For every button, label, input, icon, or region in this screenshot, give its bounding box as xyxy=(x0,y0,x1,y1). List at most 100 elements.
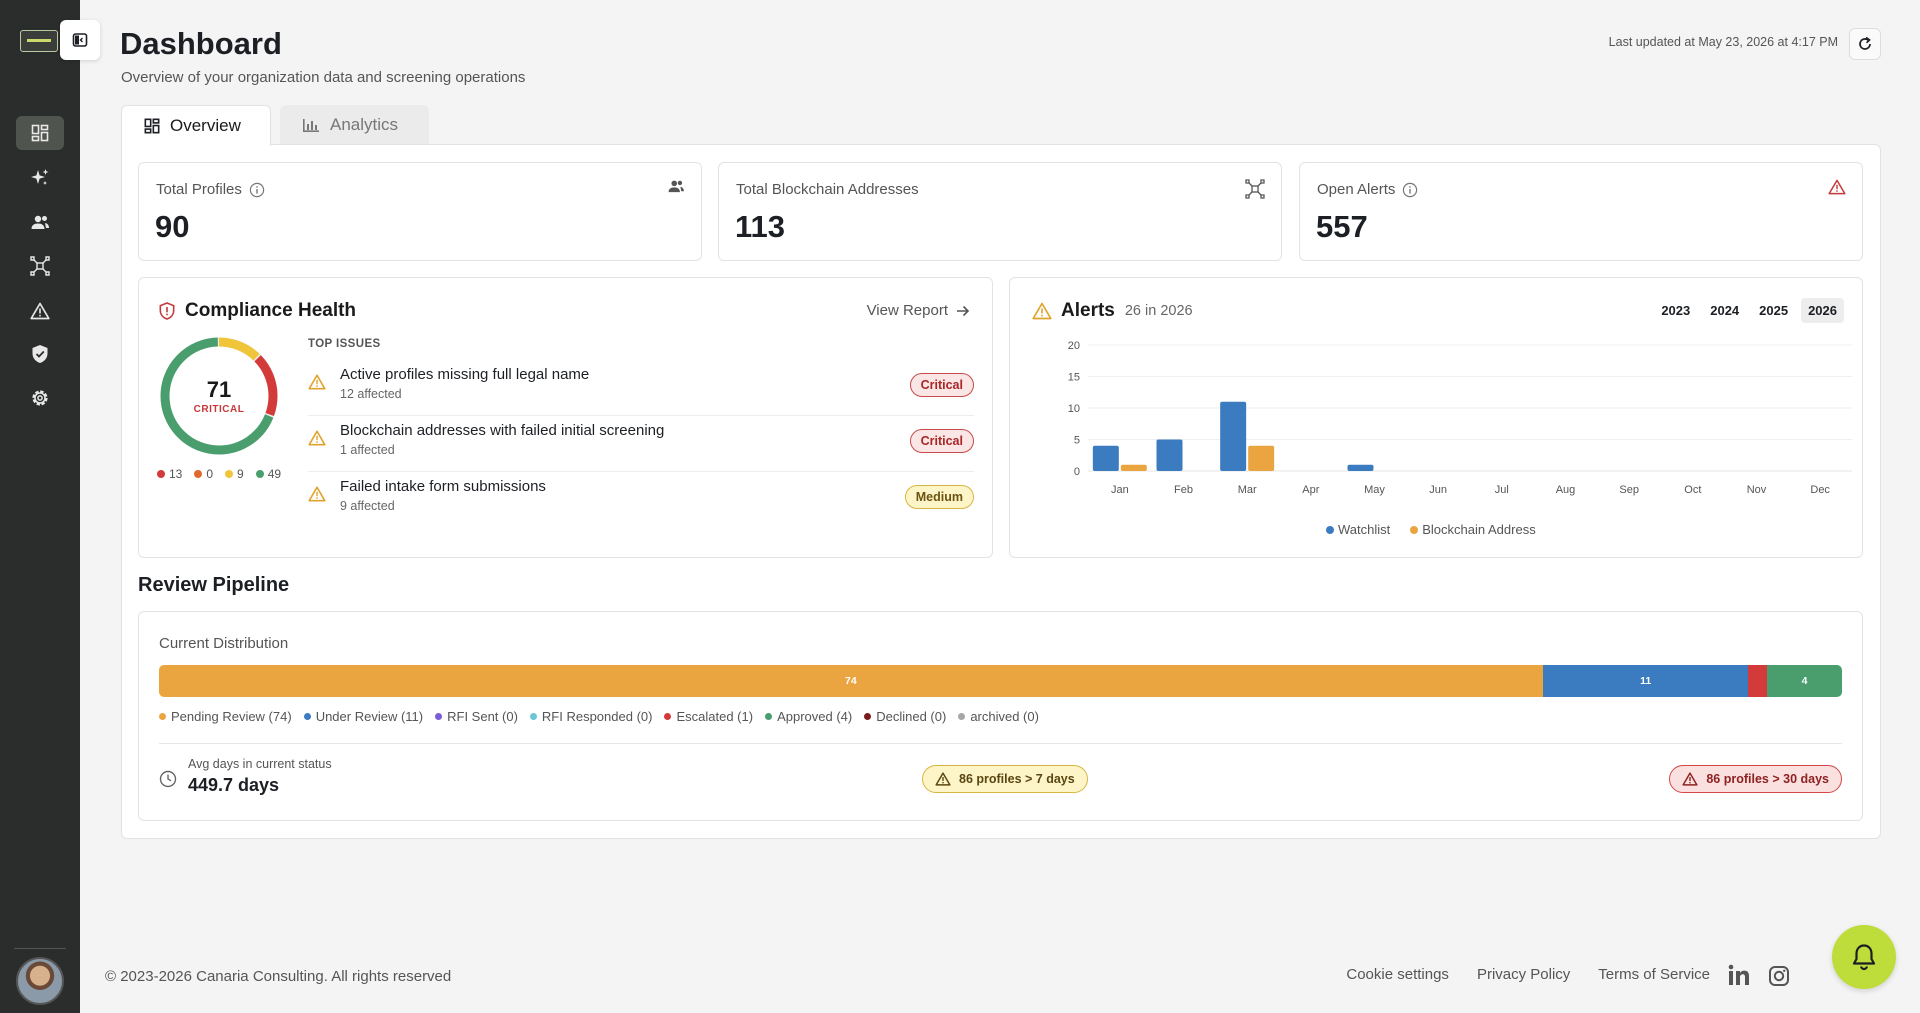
severity-badge: Medium xyxy=(904,485,974,509)
tab-analytics[interactable]: Analytics xyxy=(280,105,429,145)
legend-dot xyxy=(958,713,966,720)
pipeline-legend-label: Approved (4) xyxy=(777,709,853,724)
pipeline-legend-label: Escalated (1) xyxy=(676,709,754,724)
linkedin-icon[interactable] xyxy=(1728,964,1750,986)
users-icon xyxy=(31,215,49,229)
user-avatar[interactable] xyxy=(16,957,64,1005)
issue-title: Active profiles missing full legal name xyxy=(340,366,590,383)
issue-title: Failed intake form submissions xyxy=(340,478,546,495)
year-button-2026[interactable]: 2026 xyxy=(1801,298,1844,323)
sidebar-item-ai[interactable] xyxy=(16,161,64,195)
pipeline-segment-under-review[interactable]: 11 xyxy=(1542,665,1749,697)
review-pipeline-heading: Review Pipeline xyxy=(138,574,290,596)
sidebar xyxy=(0,0,80,1013)
compliance-health-card: Compliance Health View Report 71 CRITICA… xyxy=(138,277,993,558)
bar-watchlist[interactable] xyxy=(1347,464,1374,471)
year-button-2023[interactable]: 2023 xyxy=(1654,298,1697,323)
users-icon xyxy=(668,180,684,193)
view-report-link[interactable]: View Report xyxy=(867,302,970,319)
x-tick-label: Jul xyxy=(1495,484,1509,496)
profiles-over-30-days-chip[interactable]: 86 profiles > 30 days xyxy=(1669,765,1842,793)
shield-check-icon xyxy=(32,345,48,363)
issue-row[interactable]: Active profiles missing full legal name 1… xyxy=(308,360,974,416)
pipeline-legend-label: archived (0) xyxy=(970,709,1039,724)
bar-watchlist[interactable] xyxy=(1156,439,1183,472)
review-pipeline-card: Current Distribution 74 11 4 Pending Revie… xyxy=(138,611,1863,821)
top-issues-label: TOP ISSUES xyxy=(308,338,381,350)
severity-badge: Critical xyxy=(909,373,974,397)
stat-label: Open Alerts xyxy=(1317,181,1418,198)
profiles-over-7-days-chip[interactable]: 86 profiles > 7 days xyxy=(922,765,1088,793)
sidebar-divider xyxy=(14,948,66,949)
bar-blockchain-address[interactable] xyxy=(1248,445,1275,471)
warning-icon xyxy=(1828,179,1846,195)
sidebar-collapse-button[interactable] xyxy=(60,20,100,60)
tab-analytics-label: Analytics xyxy=(330,115,399,134)
legend-dot xyxy=(159,713,166,720)
info-icon[interactable] xyxy=(249,182,265,198)
stat-card-blockchain-addresses[interactable]: Total Blockchain Addresses 113 xyxy=(718,162,1282,261)
pipeline-segment-approved[interactable]: 4 xyxy=(1767,665,1842,697)
canaria-logo[interactable] xyxy=(20,30,58,52)
info-icon[interactable] xyxy=(1402,182,1418,198)
sidebar-item-settings[interactable] xyxy=(16,381,64,415)
donut-center: 71 CRITICAL xyxy=(159,336,279,456)
cookie-settings-link[interactable]: Cookie settings xyxy=(1346,966,1449,983)
tab-overview-label: Overview xyxy=(170,116,241,135)
page-title: Dashboard xyxy=(120,26,282,61)
x-tick-label: Nov xyxy=(1747,484,1767,496)
warning-icon xyxy=(1682,772,1698,786)
refresh-button[interactable] xyxy=(1849,28,1881,60)
dashboard-icon xyxy=(144,118,160,134)
issue-row[interactable]: Blockchain addresses with failed initial… xyxy=(308,416,974,472)
stat-card-total-profiles[interactable]: Total Profiles 90 xyxy=(138,162,702,261)
donut-legend-value: 9 xyxy=(237,467,244,481)
pipeline-legend-label: Pending Review (74) xyxy=(171,709,292,724)
year-button-2024[interactable]: 2024 xyxy=(1703,298,1746,323)
pipeline-legend-item: Declined (0) xyxy=(864,709,946,724)
chip-danger-text: 86 profiles > 30 days xyxy=(1706,772,1829,786)
donut-legend: 13 0 9 49 xyxy=(157,467,281,481)
shield-alert-icon xyxy=(159,302,175,320)
alerts-card: Alerts 26 in 2026 2023 2024 2025 2026 0 5 10 1… xyxy=(1009,277,1863,558)
sidebar-item-profiles[interactable] xyxy=(16,205,64,239)
pipeline-legend-label: RFI Sent (0) xyxy=(447,709,518,724)
issue-row[interactable]: Failed intake form submissions 9 affected… xyxy=(308,472,974,528)
year-button-2025[interactable]: 2025 xyxy=(1752,298,1795,323)
pipeline-distribution-bar: 74 11 4 xyxy=(159,665,1842,697)
tab-overview[interactable]: Overview xyxy=(121,105,271,146)
legend-dot xyxy=(765,713,773,720)
bar-blockchain-address[interactable] xyxy=(1120,464,1147,471)
instagram-icon[interactable] xyxy=(1768,965,1790,987)
x-tick-label: Aug xyxy=(1556,484,1576,496)
sidebar-item-alerts[interactable] xyxy=(16,294,64,328)
pipeline-legend-item: Approved (4) xyxy=(765,709,852,724)
terms-of-service-link[interactable]: Terms of Service xyxy=(1598,966,1710,983)
bar-watchlist[interactable] xyxy=(1092,445,1119,471)
last-updated-text: Last updated at May 23, 2026 at 4:17 PM xyxy=(1608,35,1838,49)
pipeline-segment-pending-review[interactable]: 74 xyxy=(159,665,1543,697)
legend-dot xyxy=(157,470,165,478)
stat-card-open-alerts[interactable]: Open Alerts 557 xyxy=(1299,162,1863,261)
sidebar-item-dashboard[interactable] xyxy=(16,116,64,150)
notifications-button[interactable] xyxy=(1832,925,1896,989)
x-tick-label: Mar xyxy=(1238,484,1257,496)
arrow-right-icon xyxy=(957,305,970,316)
issue-title: Blockchain addresses with failed initial… xyxy=(340,422,665,439)
stat-label-text: Total Profiles xyxy=(156,181,242,198)
pipeline-legend-item: Under Review (11) xyxy=(303,709,423,724)
pipeline-segment-escalated[interactable] xyxy=(1748,665,1768,697)
panel-toggle-icon xyxy=(72,33,88,47)
bar-watchlist[interactable] xyxy=(1220,401,1247,471)
sidebar-item-blockchain[interactable] xyxy=(16,249,64,283)
legend-dot xyxy=(664,713,672,720)
privacy-policy-link[interactable]: Privacy Policy xyxy=(1477,966,1570,983)
alerts-bar-chart: 0 5 10 15 20 Jan Feb Mar Apr May Jun Jul Aug Sep Oct No… xyxy=(1068,340,1852,496)
issue-affected-count: 12 affected xyxy=(340,387,402,401)
chip-warn-text: 86 profiles > 7 days xyxy=(959,772,1075,786)
pipeline-legend-item: RFI Sent (0) xyxy=(435,709,518,724)
sidebar-item-compliance[interactable] xyxy=(16,337,64,371)
donut-legend-item: 49 xyxy=(255,467,281,481)
donut-legend-item: 0 xyxy=(194,467,213,481)
pipeline-legend-item: Pending Review (74) xyxy=(159,709,292,724)
